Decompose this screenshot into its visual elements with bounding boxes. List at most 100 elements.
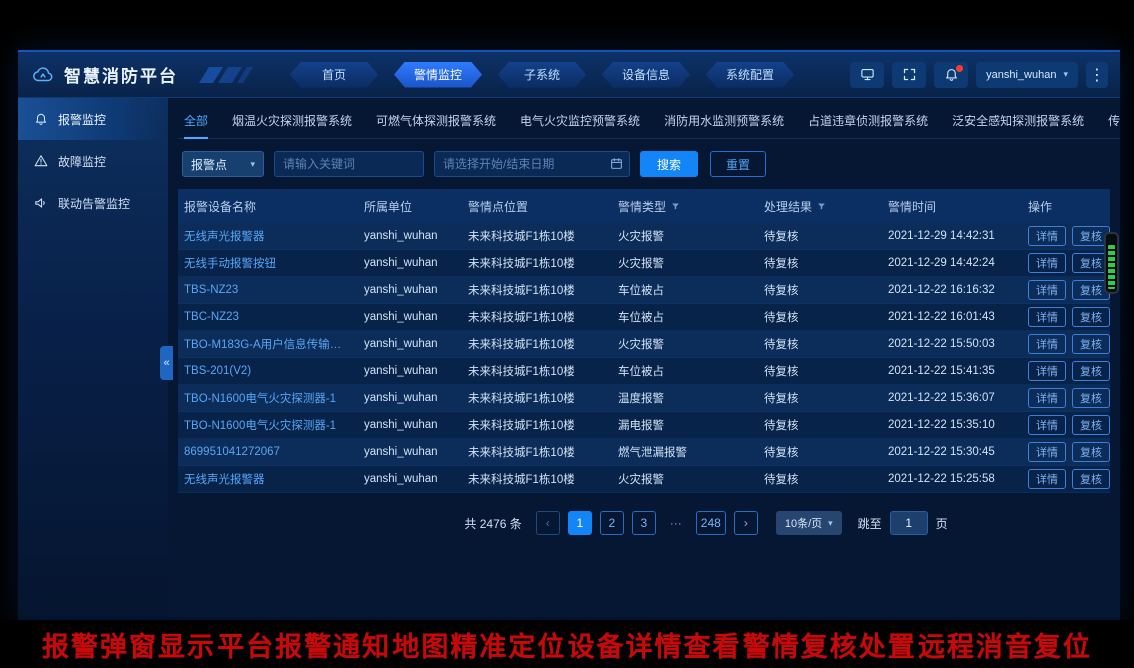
result-cell: 待复核	[758, 228, 882, 244]
linkage-alarm-icon	[34, 196, 48, 210]
kebab-icon: ⋮	[1089, 65, 1105, 85]
page-button[interactable]: 248	[696, 511, 726, 535]
feature-banner-item: 远程消音复位	[918, 625, 1092, 664]
unit-cell: yanshi_wuhan	[358, 446, 462, 458]
more-menu-button[interactable]: ⋮	[1086, 62, 1108, 88]
page-button[interactable]: ···	[664, 511, 688, 535]
jump-page-input[interactable]	[890, 511, 928, 535]
system-tab[interactable]: 全部	[184, 112, 208, 129]
device-name-link[interactable]: 无线手动报警按钮	[178, 255, 358, 271]
detail-button[interactable]: 详情	[1028, 361, 1066, 381]
review-button[interactable]: 复核	[1072, 442, 1110, 462]
system-tab[interactable]: 泛安全感知探测报警系统	[952, 112, 1084, 129]
detail-button[interactable]: 详情	[1028, 253, 1066, 273]
device-name-link[interactable]: TBO-M183G-A用户信息传输系统(外部化)	[178, 336, 358, 352]
col-result[interactable]: 处理结果	[758, 198, 882, 215]
device-name-link[interactable]: TBS-NZ23	[178, 284, 358, 296]
detail-button[interactable]: 详情	[1028, 307, 1066, 327]
main-content: 全部 烟温火灾探测报警系统 可燃气体探测报警系统 电气火灾监控预警系统 消防用水…	[168, 98, 1120, 617]
nav-alarm-monitor[interactable]: 警情监控	[394, 62, 482, 88]
detail-button[interactable]: 详情	[1028, 415, 1066, 435]
device-name-link[interactable]: TBO-N1600电气火灾探测器-1	[178, 390, 358, 406]
page-size-select[interactable]: 10条/页 ▾	[776, 511, 842, 535]
system-tab[interactable]: 占道违章侦测报警系统	[808, 112, 928, 129]
filter-funnel-icon[interactable]	[817, 200, 826, 214]
col-unit: 所属单位	[358, 198, 462, 215]
header-actions: yanshi_wuhan ▾ ⋮	[850, 62, 1108, 88]
sidebar-item-linkage-alarm-monitor[interactable]: 联动告警监控	[18, 182, 168, 224]
device-name-link[interactable]: 869951041272067	[178, 446, 358, 458]
device-name-link[interactable]: TBC-NZ23	[178, 311, 358, 323]
detail-button[interactable]: 详情	[1028, 469, 1066, 489]
detail-button[interactable]: 详情	[1028, 442, 1066, 462]
review-button[interactable]: 复核	[1072, 469, 1110, 489]
nav-home[interactable]: 首页	[290, 62, 378, 88]
result-cell: 待复核	[758, 282, 882, 298]
page-button[interactable]: 2	[600, 511, 624, 535]
page-button[interactable]: 1	[568, 511, 592, 535]
monitor-screen-button[interactable]	[850, 62, 884, 88]
feature-banner-item: 平台报警通知	[217, 625, 391, 664]
location-cell: 未来科技城F1栋10楼	[462, 444, 612, 460]
search-button[interactable]: 搜索	[640, 151, 698, 177]
result-cell: 待复核	[758, 390, 882, 406]
header-decoration	[204, 64, 248, 86]
page-buttons: 1 2 3 ··· 248	[568, 511, 726, 535]
sidebar-item-label: 联动告警监控	[58, 195, 130, 212]
alarm-type-cell: 车位被占	[612, 282, 758, 298]
category-select[interactable]: 报警点 ▾	[182, 151, 264, 177]
pagination: 共 2476 条 ‹ 1 2 3 ··· 248 ›	[178, 511, 1120, 535]
device-name-link[interactable]: 无线声光报警器	[178, 228, 358, 244]
feature-banner-item: 设备详情查看	[568, 625, 742, 664]
col-alarm-type[interactable]: 警情类型	[612, 198, 758, 215]
device-name-link[interactable]: 无线声光报警器	[178, 471, 358, 487]
system-tab[interactable]: 消防用水监测预警系统	[664, 112, 784, 129]
location-cell: 未来科技城F1栋10楼	[462, 309, 612, 325]
date-range-input[interactable]	[434, 151, 630, 177]
system-tab[interactable]: 烟温火灾探测报警系统	[232, 112, 352, 129]
alarm-type-cell: 火灾报警	[612, 255, 758, 271]
detail-button[interactable]: 详情	[1028, 226, 1066, 246]
app-window: 智慧消防平台 首页 警情监控 子系统 设备信息 系统配置	[18, 50, 1120, 620]
time-cell: 2021-12-29 14:42:31	[882, 230, 1022, 242]
device-name-link[interactable]: TBO-N1600电气火灾探测器-1	[178, 417, 358, 433]
notification-bell-button[interactable]	[934, 62, 968, 88]
page-button[interactable]: 3	[632, 511, 656, 535]
reset-button[interactable]: 重置	[710, 151, 766, 177]
time-cell: 2021-12-22 15:50:03	[882, 338, 1022, 350]
user-menu[interactable]: yanshi_wuhan ▾	[976, 62, 1078, 88]
table-header: 报警设备名称 所属单位 警情点位置 警情类型 处理结果 警情时间 操作	[178, 189, 1110, 223]
review-button[interactable]: 复核	[1072, 388, 1110, 408]
nav-subsystems[interactable]: 子系统	[498, 62, 586, 88]
sidebar-item-alarm-monitor[interactable]: 报警监控	[18, 98, 168, 140]
system-tab[interactable]: 电气火灾监控预警系统	[520, 112, 640, 129]
sidebar-collapse-handle[interactable]: «	[160, 346, 173, 380]
system-tab[interactable]: 传统消防接入报警系统	[1108, 112, 1120, 129]
date-range-picker[interactable]	[434, 151, 630, 177]
detail-button[interactable]: 详情	[1028, 334, 1066, 354]
review-button[interactable]: 复核	[1072, 415, 1110, 435]
review-button[interactable]: 复核	[1072, 334, 1110, 354]
time-cell: 2021-12-22 15:25:58	[882, 473, 1022, 485]
feature-banner: 报警弹窗显示 平台报警通知 地图精准定位 设备详情查看 警情复核处置 远程消音复…	[0, 620, 1134, 668]
detail-button[interactable]: 详情	[1028, 280, 1066, 300]
nav-system-config[interactable]: 系统配置	[706, 62, 794, 88]
keyword-input[interactable]	[274, 151, 424, 177]
fullscreen-button[interactable]	[892, 62, 926, 88]
prev-page-button[interactable]: ‹	[536, 511, 560, 535]
system-tab[interactable]: 可燃气体探测报警系统	[376, 112, 496, 129]
detail-button[interactable]: 详情	[1028, 388, 1066, 408]
col-operations: 操作	[1022, 198, 1110, 215]
next-page-button[interactable]: ›	[734, 511, 758, 535]
review-button[interactable]: 复核	[1072, 307, 1110, 327]
unit-cell: yanshi_wuhan	[358, 392, 462, 404]
nav-device-info[interactable]: 设备信息	[602, 62, 690, 88]
filter-funnel-icon[interactable]	[671, 200, 680, 214]
location-cell: 未来科技城F1栋10楼	[462, 255, 612, 271]
device-name-link[interactable]: TBS-201(V2)	[178, 365, 358, 377]
review-button[interactable]: 复核	[1072, 361, 1110, 381]
battery-level	[1108, 245, 1115, 289]
result-cell: 待复核	[758, 363, 882, 379]
sidebar-item-fault-monitor[interactable]: 故障监控	[18, 140, 168, 182]
table-row: TBC-NZ23 yanshi_wuhan 未来科技城F1栋10楼 车位被占 待…	[178, 304, 1110, 331]
